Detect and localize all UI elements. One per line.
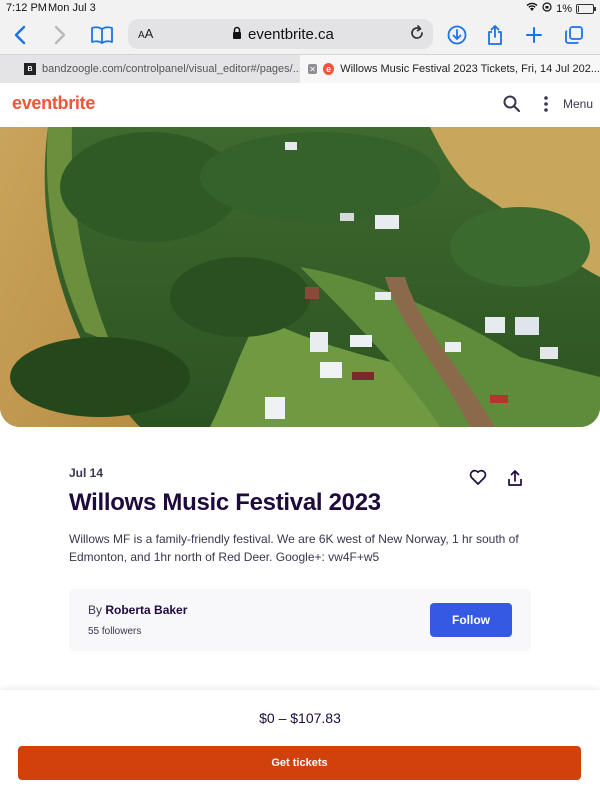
tab-title: Willows Music Festival 2023 Tickets, Fri… — [340, 63, 600, 75]
event-summary: Willows MF is a family-friendly festival… — [69, 532, 519, 564]
tab-bar: B bandzoogle.com/controlpanel/visual_edi… — [0, 54, 600, 84]
event-date: Jul 14 — [69, 466, 104, 480]
url-text: eventbrite.ca — [248, 26, 334, 43]
bookmarks-icon[interactable] — [86, 19, 118, 51]
bandzoogle-favicon-icon: B — [24, 63, 36, 75]
back-icon[interactable] — [4, 19, 36, 51]
checkout-bar: $0 – $107.83 Get tickets — [0, 690, 600, 800]
follow-button[interactable]: Follow — [430, 603, 512, 637]
organizer-card: By Roberta Baker 55 followers Follow — [69, 589, 531, 651]
eventbrite-favicon-icon: e — [323, 63, 335, 75]
event-hero-image — [0, 127, 600, 427]
more-vertical-icon[interactable] — [543, 95, 549, 118]
new-tab-icon[interactable] — [518, 19, 550, 51]
close-tab-icon[interactable]: ✕ — [308, 64, 318, 74]
downloads-icon[interactable] — [441, 19, 473, 51]
event-title: Willows Music Festival 2023 — [69, 489, 381, 516]
share-event-icon[interactable] — [507, 469, 523, 492]
browser-toolbar: AA eventbrite.ca — [0, 16, 600, 54]
organizer-prefix: By — [88, 603, 103, 617]
wifi-icon — [526, 2, 538, 15]
site-header: eventbrite Menu — [0, 83, 600, 127]
eventbrite-logo[interactable]: eventbrite — [12, 93, 95, 114]
reader-options-button[interactable]: AA — [138, 26, 153, 41]
tab-title: bandzoogle.com/controlpanel/visual_edito… — [42, 63, 302, 75]
status-time: 7:12 PM — [6, 2, 47, 14]
menu-button[interactable]: Menu — [563, 97, 593, 111]
battery-fill — [578, 5, 579, 12]
share-icon[interactable] — [479, 19, 511, 51]
address-bar[interactable]: AA eventbrite.ca — [128, 19, 433, 49]
battery-percent: 1% — [556, 2, 572, 15]
heart-icon[interactable] — [469, 469, 487, 490]
tab-eventbrite[interactable]: ✕ e Willows Music Festival 2023 Tickets,… — [300, 55, 600, 83]
organizer-name[interactable]: Roberta Baker — [105, 603, 187, 617]
tabs-overview-icon[interactable] — [558, 19, 590, 51]
get-tickets-button[interactable]: Get tickets — [18, 746, 581, 780]
search-icon[interactable] — [502, 94, 522, 119]
status-date: Mon Jul 3 — [48, 2, 96, 14]
reload-icon[interactable] — [409, 25, 425, 46]
status-bar: 7:12 PM Mon Jul 3 1% — [0, 0, 600, 16]
forward-icon[interactable] — [44, 19, 76, 51]
organizer-followers: 55 followers — [88, 626, 142, 637]
url-display[interactable]: eventbrite.ca — [232, 26, 334, 43]
price-range: $0 – $107.83 — [259, 710, 341, 726]
aerial-photo — [0, 127, 600, 427]
status-right: 1% — [526, 2, 596, 15]
organizer-byline: By Roberta Baker — [88, 603, 187, 617]
battery-icon — [576, 3, 596, 14]
tab-bandzoogle[interactable]: B bandzoogle.com/controlpanel/visual_edi… — [24, 55, 302, 83]
orientation-lock-icon — [542, 2, 552, 15]
lock-icon — [232, 26, 242, 43]
